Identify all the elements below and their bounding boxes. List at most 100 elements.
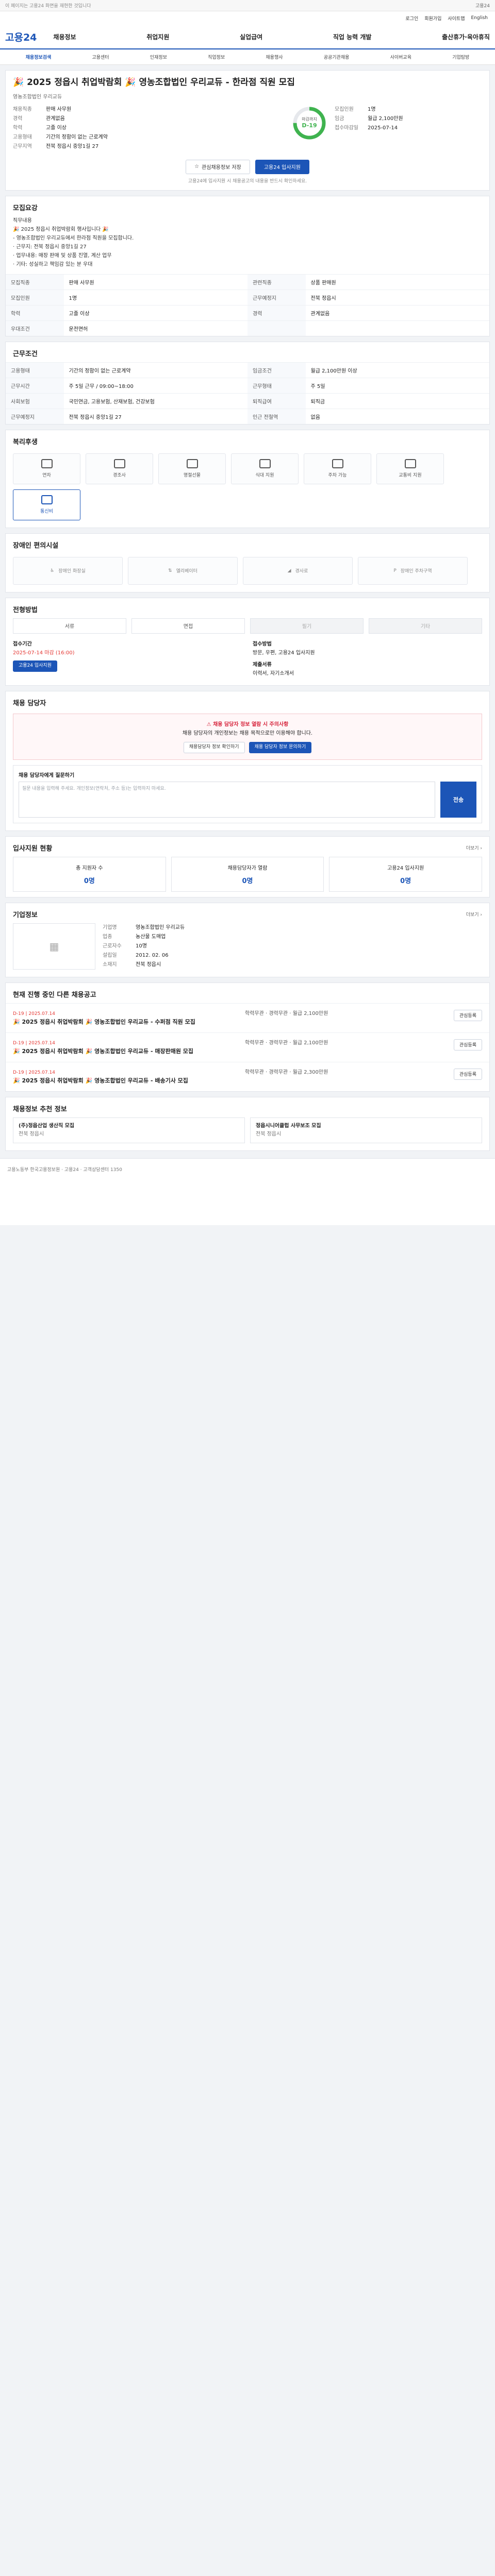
car-icon <box>332 459 343 469</box>
utility-nav: 로그인 회원가입 사이트맵 English <box>0 11 495 25</box>
bookmark-button[interactable]: 관심등록 <box>453 1039 482 1050</box>
recommend-title[interactable]: (주)정읍산업 생산직 모집 <box>19 1122 239 1130</box>
gnb-item-jobs[interactable]: 채용정보 <box>53 32 76 41</box>
top-right-text: 고용24 <box>475 4 490 9</box>
gnb-item-leave[interactable]: 출산휴가·육아휴직 <box>442 32 490 41</box>
company-name[interactable]: 영농조합법인 우리교듀 <box>13 92 482 100</box>
gnb-item-support[interactable]: 취업지원 <box>146 32 169 41</box>
benefit-label: 교통비 지원 <box>399 473 422 479</box>
gnb-item-training[interactable]: 직업 능력 개발 <box>333 32 372 41</box>
util-sitemap[interactable]: 사이트맵 <box>448 15 465 22</box>
bookmark-button[interactable]: 관심등록 <box>453 1068 482 1080</box>
job-list-item[interactable]: D-19 | 2025.07.14 🎉 2025 정읍시 취업박람회 🎉 영농조합… <box>6 1032 489 1062</box>
facility-item: ◢ 경사로 <box>243 556 353 585</box>
welfare-section: 복리후생 연차 경조사 명절선물 식대 지원 주차 가능 교통비 지원 통신비 <box>5 429 490 528</box>
cell-key: 인근 전철역 <box>247 408 306 424</box>
process-step: 서류 <box>13 618 126 634</box>
benefit-label: 경조사 <box>113 473 126 479</box>
benefit-item: 경조사 <box>86 453 153 484</box>
apply-notice: 고용24에 입사지원 시 채용공고의 내용을 반드시 확인하세요. <box>188 178 307 184</box>
process-step: 기타 <box>369 618 482 634</box>
subnav-item[interactable]: 고용센터 <box>92 54 109 60</box>
question-send-button[interactable]: 전송 <box>440 781 476 818</box>
save-job-button[interactable]: ☆ 관심채용정보 저장 <box>186 159 250 174</box>
apply-button-2[interactable]: 고용24 입사지원 <box>13 660 57 672</box>
subnav-item[interactable]: 사이버교육 <box>390 54 411 60</box>
section-title: 장애인 편의시설 <box>13 541 59 550</box>
util-login[interactable]: 로그인 <box>405 15 418 22</box>
process-steps: 서류 면접 필기 기타 <box>6 618 489 640</box>
subnav-item[interactable]: 채용행사 <box>266 54 283 60</box>
stat-value: 0명 <box>242 877 253 885</box>
subnav-item[interactable]: 기업탐방 <box>452 54 469 60</box>
recommend-title[interactable]: 정읍시니어클럽 사무보조 모집 <box>256 1122 476 1130</box>
benefit-label: 통신비 <box>40 509 53 515</box>
stat-label: 고용24 입사지원 <box>387 865 424 871</box>
gnb-item-unemployment[interactable]: 실업급여 <box>240 32 262 41</box>
recruit-section: 모집요강 직무내용 🎉 2025 정읍시 취업박람회 행사입니다 🎉 - 영농조… <box>5 195 490 336</box>
job-list-item[interactable]: D-19 | 2025.07.14 🎉 2025 정읍시 취업박람회 🎉 영농조합… <box>6 1003 489 1032</box>
cell-key: 모집직종 <box>6 274 64 290</box>
cell-key: 근무예정지 <box>247 289 306 306</box>
cell-key: 사회보험 <box>6 393 64 409</box>
job-list-title[interactable]: 🎉 2025 정읍시 취업박람회 🎉 영농조합법인 우리교듀 - 수퍼점 직원 … <box>13 1018 240 1026</box>
warning-icon: ⚠ <box>206 721 213 727</box>
info-key: 학력 <box>13 125 23 131</box>
stat-value: 0명 <box>400 877 411 885</box>
company-key: 기업명 <box>103 924 117 930</box>
process-section: 전형방법 서류 면접 필기 기타 접수기간 2025-07-14 마감 (16:… <box>5 597 490 686</box>
recommend-card[interactable]: 정읍시니어클럽 사무보조 모집 전북 정읍시 <box>250 1117 482 1143</box>
benefit-item: 주차 가능 <box>304 453 371 484</box>
contact-view-button[interactable]: 채용담당자 정보 확인하기 <box>183 741 245 753</box>
cell-key: 근무시간 <box>6 377 64 394</box>
job-info-list: 채용직종 판매 사무원 경력 관계없음 학력 고졸 이상 고용형태 기간의 정함이 없는… <box>13 105 281 151</box>
docs-label: 제출서류 <box>253 662 272 668</box>
subnav-item[interactable]: 공공기관채용 <box>324 54 350 60</box>
ramp-icon: ◢ <box>287 568 291 573</box>
disabled-facility-section: 장애인 편의시설 ♿ 장애인 화장실 ⇅ 엘리베이터 ◢ 경사로 P 장애인 주차구역 <box>5 533 490 592</box>
docs-value: 이력서, 자기소개서 <box>253 670 294 676</box>
cell-key: 임금조건 <box>247 362 306 378</box>
bookmark-button[interactable]: 관심등록 <box>453 1009 482 1021</box>
recommend-card[interactable]: (주)정읍산업 생산직 모집 전북 정읍시 <box>13 1117 245 1143</box>
restroom-icon: ♿ <box>50 568 55 573</box>
info-key: 경력 <box>13 115 23 122</box>
job-list-title[interactable]: 🎉 2025 정읍시 취업박람회 🎉 영농조합법인 우리교듀 - 배송기사 모집 <box>13 1077 240 1085</box>
gauge-value: D-19 <box>302 122 317 129</box>
benefit-item: 교통비 지원 <box>376 453 444 484</box>
facility-label: 경사로 <box>295 569 308 574</box>
job-list-item[interactable]: D-19 | 2025.07.14 🎉 2025 정읍시 취업박람회 🎉 영농조합… <box>6 1061 489 1091</box>
process-step: 면접 <box>131 618 245 634</box>
subnav-item[interactable]: 채용정보검색 <box>26 54 52 60</box>
cell-key: 퇴직급여 <box>247 393 306 409</box>
benefit-label: 식대 지원 <box>255 473 274 479</box>
subnav-item[interactable]: 직업정보 <box>208 54 225 60</box>
cell-value: 관계없음 <box>305 304 489 321</box>
side-value: 월급 2,100만원 <box>368 115 403 122</box>
warning-body: 채용 담당자의 개인정보는 채용 목적으로만 이용해야 합니다. <box>182 730 313 736</box>
util-join[interactable]: 회원가입 <box>424 15 441 22</box>
question-input[interactable]: 질문 내용을 입력해 주세요. 개인정보(연락처, 주소 등)는 입력하지 마세… <box>19 781 435 818</box>
job-summary-card: 🎉 2025 정읍시 취업박람회 🎉 영농조합법인 우리교듀 - 한라점 직원 … <box>5 70 490 191</box>
more-link[interactable]: 더보기 › <box>466 911 482 918</box>
benefit-item: 연차 <box>13 453 80 484</box>
stat-label: 총 지원자 수 <box>76 865 103 871</box>
more-link[interactable]: 더보기 › <box>466 844 482 851</box>
section-title: 입사지원 현황 <box>13 844 53 853</box>
job-list-title[interactable]: 🎉 2025 정읍시 취업박람회 🎉 영농조합법인 우리교듀 - 매장판매원 모… <box>13 1047 240 1056</box>
util-english[interactable]: English <box>471 15 488 21</box>
section-title: 모집요강 <box>13 204 38 212</box>
period-label: 접수기간 <box>13 641 32 647</box>
main-header: 고용24 채용정보 취업지원 실업급여 직업 능력 개발 출산휴가·육아휴직 <box>0 25 495 49</box>
contact-inquiry-button[interactable]: 채용 담당자 정보 문의하기 <box>249 741 312 753</box>
site-logo[interactable]: 고용24 <box>5 30 37 44</box>
subnav-item[interactable]: 인재정보 <box>150 54 167 60</box>
benefit-label: 명절선물 <box>183 473 201 479</box>
cell-value: 월급 2,100만원 이상 <box>305 362 489 378</box>
section-title: 채용정보 추천 정보 <box>13 1105 67 1113</box>
company-key: 업종 <box>103 934 112 940</box>
apply-button[interactable]: 고용24 입사지원 <box>255 159 309 174</box>
elevator-icon: ⇅ <box>168 568 172 573</box>
stat-label: 채용담당자가 열람 <box>227 865 268 871</box>
cell-value: 상품 판매원 <box>305 274 489 290</box>
